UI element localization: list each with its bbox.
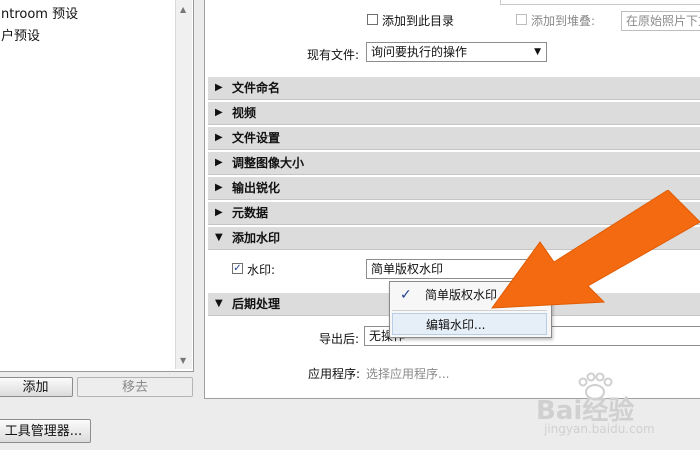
check-icon: ✓ [400, 287, 412, 303]
add-to-catalog-checkbox[interactable] [367, 14, 378, 25]
triangle-down-icon: ▼ [215, 298, 223, 309]
triangle-right-icon: ▶ [215, 132, 223, 143]
existing-files-select[interactable]: 询问要执行的操作 ▼ [366, 42, 547, 62]
section-video[interactable]: ▶ 视频 [208, 101, 700, 125]
after-export-label: 导出后: [319, 332, 360, 346]
preset-list-scrollbar[interactable]: ▲ ▼ [175, 0, 192, 369]
dropdown-arrow-icon: ▼ [534, 47, 541, 57]
annotation-arrow-icon [490, 190, 700, 309]
preset-list[interactable]: ntroom 预设 户预设 ▲ ▼ [0, 0, 194, 372]
triangle-right-icon: ▶ [215, 157, 223, 168]
watermark-label: 水印: [247, 263, 276, 277]
triangle-right-icon: ▶ [215, 107, 223, 118]
remove-preset-button[interactable]: 移去 [77, 377, 193, 397]
preset-item[interactable]: 户预设 [1, 25, 40, 44]
add-to-stack-checkbox[interactable] [516, 14, 527, 25]
triangle-right-icon: ▶ [215, 82, 223, 93]
baidu-watermark: Bai经验 jingyan.baidu.com [530, 362, 700, 442]
application-label: 应用程序: [308, 367, 361, 381]
preset-item[interactable]: ntroom 预设 [1, 3, 78, 22]
stack-position-select[interactable]: 在原始照片下方 [621, 11, 700, 31]
watermark-checkbox[interactable]: ✓ [232, 263, 243, 274]
add-to-stack-label: 添加到堆叠: [531, 14, 596, 28]
section-image-sizing[interactable]: ▶ 调整图像大小 [208, 151, 700, 175]
triangle-down-icon: ▼ [215, 232, 223, 243]
scroll-down-icon[interactable]: ▼ [180, 356, 186, 365]
application-placeholder[interactable]: 选择应用程序... [366, 365, 449, 382]
scroll-up-icon[interactable]: ▲ [180, 5, 186, 14]
plugin-manager-button[interactable]: 工具管理器... [0, 419, 91, 443]
triangle-right-icon: ▶ [215, 207, 223, 218]
existing-files-label: 现有文件: [307, 48, 360, 62]
add-preset-button[interactable]: 添加 [0, 377, 73, 397]
add-to-catalog-label: 添加到此目录 [382, 14, 455, 28]
watermark-url: jingyan.baidu.com [544, 422, 655, 436]
section-file-settings[interactable]: ▶ 文件设置 [208, 126, 700, 150]
top-field-edge [500, 0, 700, 5]
triangle-right-icon: ▶ [215, 182, 223, 193]
section-file-naming[interactable]: ▶ 文件命名 [208, 76, 700, 100]
